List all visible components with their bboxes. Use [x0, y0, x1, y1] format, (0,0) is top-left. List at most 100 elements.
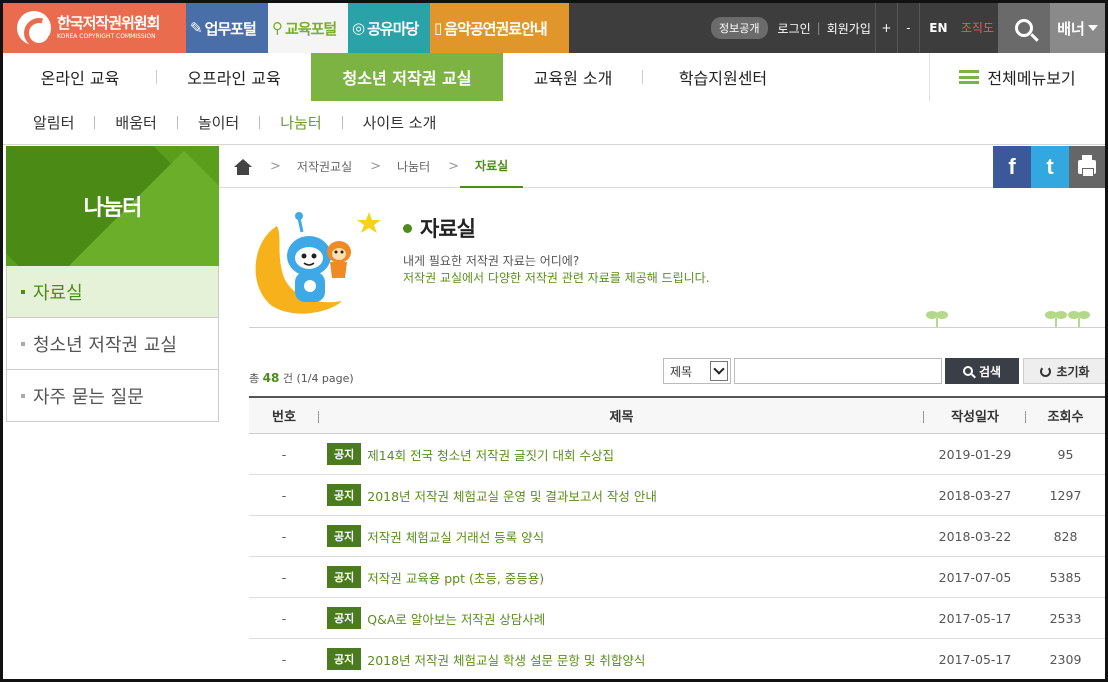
breadcrumb-item[interactable]: 나눔터 [397, 158, 430, 175]
printer-icon [1078, 155, 1096, 177]
banner-button[interactable]: 배너 [1050, 3, 1105, 53]
table-row: - 공지 저작권 교육용 ppt (초등, 중등용) 2017-07-05 538… [249, 557, 1105, 598]
page-frame: 한국저작권위원회 KOREA COPYRIGHT COMMISSION ✎ 업무… [0, 0, 1108, 682]
org-chart-link[interactable]: 조직도 [957, 3, 998, 53]
chevron-right-icon: > [370, 159, 382, 174]
breadcrumb-current[interactable]: 자료실 [460, 146, 524, 188]
all-menu-button[interactable]: 전체메뉴보기 [929, 53, 1105, 101]
sub-nav-play[interactable]: 놀이터 [198, 112, 239, 133]
breadcrumb: > 저작권교실 > 나눔터 > 자료실 f t [219, 146, 1105, 188]
table-header: 번호 제목 작성일자 조회수 [249, 396, 1105, 434]
sub-nav: 알림터 배움터 놀이터 나눔터 사이트 소개 [3, 101, 1105, 145]
row-title-link[interactable]: 2018년 저작권 체험교실 운영 및 결과보고서 작성 안내 [367, 486, 657, 505]
hamburger-icon [959, 70, 980, 84]
sub-nav-notice[interactable]: 알림터 [33, 112, 74, 133]
logo-name-en: KOREA COPYRIGHT COMMISSION [57, 32, 156, 40]
zoom-in-button[interactable]: + [874, 3, 897, 53]
content-divider [249, 327, 1105, 328]
caret-down-icon [1087, 25, 1098, 31]
twitter-icon[interactable]: t [1031, 146, 1069, 188]
portal-music-label: 음악공연권료안내 [444, 19, 547, 38]
notice-badge: 공지 [327, 648, 362, 670]
sub-nav-site-intro[interactable]: 사이트 소개 [363, 112, 437, 133]
table-row: - 공지 제14회 전국 청소년 저작권 글짓기 대회 수상집 2019-01-2… [249, 434, 1105, 475]
row-title-link[interactable]: 제14회 전국 청소년 저작권 글짓기 대회 수상집 [367, 445, 614, 464]
home-icon[interactable] [234, 158, 252, 175]
sprout-decoration [926, 311, 1090, 328]
site-logo[interactable]: 한국저작권위원회 KOREA COPYRIGHT COMMISSION [3, 3, 186, 53]
sub-nav-share[interactable]: 나눔터 [280, 112, 321, 133]
search-icon [1015, 19, 1033, 37]
notice-badge: 공지 [327, 607, 362, 629]
page-title-wrap: 자료실 [403, 213, 476, 243]
row-title-link[interactable]: 2018년 저작권 체험교실 학생 설문 문항 및 취합양식 [367, 650, 645, 669]
bullet-icon [21, 393, 25, 398]
main-nav-youth-class[interactable]: 청소년 저작권 교실 [311, 53, 503, 101]
row-title-link[interactable]: 저작권 교육용 ppt (초등, 중등용) [367, 568, 544, 587]
zoom-out-button[interactable]: - [896, 3, 919, 53]
sidebar-item-youth-class[interactable]: 청소년 저작권 교실 [7, 318, 218, 370]
site-search-button[interactable] [998, 3, 1050, 53]
search-icon [962, 366, 973, 376]
portal-share[interactable]: ◎ 공유마당 [348, 3, 430, 53]
top-bar: 한국저작권위원회 KOREA COPYRIGHT COMMISSION ✎ 업무… [3, 3, 1105, 53]
banner-label: 배너 [1057, 19, 1085, 38]
reset-button[interactable]: 초기화 [1023, 358, 1105, 384]
info-disclosure-link[interactable]: 정보공개 [711, 17, 768, 39]
row-title-link[interactable]: 저작권 체험교실 거래선 등록 양식 [367, 527, 544, 546]
result-count-number: 48 [262, 371, 280, 385]
book-icon: ▯ [434, 19, 442, 37]
refresh-icon [1040, 365, 1052, 377]
main-nav-online[interactable]: 온라인 교육 [3, 53, 157, 101]
main-nav-about[interactable]: 교육원 소개 [503, 53, 643, 101]
english-link[interactable]: EN [918, 3, 957, 53]
portal-work[interactable]: ✎ 업무포털 [186, 3, 268, 53]
print-button[interactable] [1069, 146, 1105, 188]
chevron-right-icon: > [270, 159, 281, 174]
col-header-number: 번호 [249, 406, 319, 425]
search-field-selected: 제목 [670, 364, 693, 379]
breadcrumb-item[interactable]: 저작권교실 [297, 158, 352, 175]
main-nav-support[interactable]: 학습지원센터 [643, 53, 803, 101]
bullet-icon [21, 289, 25, 294]
row-title-link[interactable]: Q&A로 알아보는 저작권 상담사례 [367, 609, 545, 628]
notice-badge: 공지 [327, 566, 362, 588]
notice-badge: 공지 [327, 443, 362, 465]
page-title: 자료실 [420, 217, 476, 241]
portal-work-label: 업무포털 [204, 19, 257, 38]
bullet-icon [21, 341, 25, 346]
result-count: 총 48 건 (1/4 page) [249, 371, 354, 385]
chevron-right-icon: > [448, 159, 460, 174]
mic-icon: ⚲ [272, 19, 283, 37]
login-link[interactable]: 로그인 [774, 20, 815, 37]
pencil-icon: ✎ [190, 19, 203, 37]
col-header-title: 제목 [319, 406, 924, 425]
sidebar-title: 나눔터 [83, 196, 143, 221]
search-field-select[interactable]: 제목 [663, 358, 731, 384]
portal-education[interactable]: ⚲ 교육포털 [268, 3, 348, 53]
chevron-down-icon[interactable] [710, 361, 728, 381]
logo-name-ko: 한국저작권위원회 [57, 14, 160, 33]
search-button[interactable]: 검색 [945, 358, 1019, 384]
search-input[interactable] [734, 358, 942, 384]
sidebar-item-faq[interactable]: 자주 묻는 질문 [7, 370, 218, 422]
sidebar-header: 나눔터 [6, 146, 219, 266]
logo-icon [17, 11, 51, 45]
main-nav-offline[interactable]: 오프라인 교육 [157, 53, 311, 101]
table-row: - 공지 2018년 저작권 체험교실 운영 및 결과보고서 작성 안내 2018… [249, 475, 1105, 516]
left-sidebar: 나눔터 자료실 청소년 저작권 교실 자주 묻는 질문 [6, 146, 219, 422]
utility-links: 정보공개 로그인 | 회원가입 + - EN 조직도 배너 [711, 3, 1105, 53]
join-link[interactable]: 회원가입 [823, 20, 875, 37]
social-share: f t [993, 146, 1105, 188]
portal-music[interactable]: ▯ 음악공연권료안내 [430, 3, 569, 53]
sidebar-item-archive[interactable]: 자료실 [7, 266, 218, 318]
facebook-icon[interactable]: f [993, 146, 1031, 188]
notice-badge: 공지 [327, 484, 362, 506]
notice-badge: 공지 [327, 525, 362, 547]
col-header-views: 조회수 [1047, 410, 1084, 425]
sub-nav-learn[interactable]: 배움터 [115, 112, 156, 133]
mascot-illustration [255, 212, 381, 314]
table-row: - 공지 2018년 저작권 체험교실 학생 설문 문항 및 취합양식 2017-… [249, 639, 1105, 679]
description-line-1: 내게 필요한 저작권 자료는 어디에? [403, 254, 580, 268]
table-row: - 공지 Q&A로 알아보는 저작권 상담사례 2017-05-17 2533 [249, 598, 1105, 639]
